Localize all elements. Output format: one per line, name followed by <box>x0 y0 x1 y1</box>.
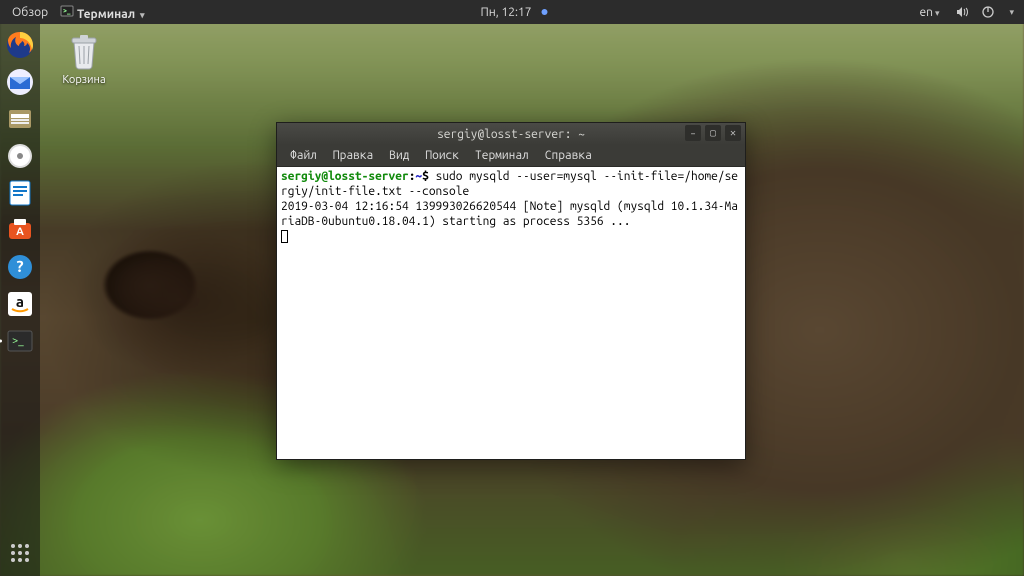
terminal-icon: >_ <box>60 4 74 18</box>
menu-edit[interactable]: Правка <box>326 147 380 164</box>
chevron-down-icon: ▾ <box>935 8 940 18</box>
keyboard-layout[interactable]: en▾ <box>915 6 943 19</box>
window-title: sergiy@losst-server: ~ <box>437 128 585 141</box>
menu-help[interactable]: Справка <box>538 147 599 164</box>
window-titlebar[interactable]: sergiy@losst-server: ~ – ▢ ✕ <box>277 123 745 145</box>
prompt-user-host: sergiy@losst-server <box>281 170 409 183</box>
window-maximize-button[interactable]: ▢ <box>705 125 721 141</box>
show-applications[interactable] <box>3 536 37 570</box>
svg-text:>_: >_ <box>12 335 24 347</box>
menu-file[interactable]: Файл <box>283 147 324 164</box>
svg-text:?: ? <box>16 258 23 276</box>
dock-software[interactable]: A <box>3 213 37 247</box>
dock-disks[interactable] <box>3 139 37 173</box>
dock: A ? a >_ <box>0 24 40 576</box>
window-close-button[interactable]: ✕ <box>725 125 741 141</box>
clock[interactable]: Пн, 12:17 <box>476 6 535 19</box>
terminal-body[interactable]: sergiy@losst-server:~$ sudo mysqld --use… <box>277 167 745 459</box>
svg-text:>_: >_ <box>63 7 71 15</box>
top-bar: Обзор >_ Терминал ▾ Пн, 12:17 en▾ ▾ <box>0 0 1024 24</box>
terminal-cursor <box>281 230 288 243</box>
dock-amazon[interactable]: a <box>3 287 37 321</box>
dock-libreoffice-writer[interactable] <box>3 176 37 210</box>
window-minimize-button[interactable]: – <box>685 125 701 141</box>
svg-text:a: a <box>16 293 24 310</box>
app-menu[interactable]: >_ Терминал ▾ <box>56 4 148 21</box>
dock-help[interactable]: ? <box>3 250 37 284</box>
dock-firefox[interactable] <box>3 28 37 62</box>
chevron-down-icon: ▾ <box>1009 7 1014 18</box>
activities-button[interactable]: Обзор <box>8 6 52 19</box>
menu-view[interactable]: Вид <box>382 147 416 164</box>
dock-terminal[interactable]: >_ <box>3 324 37 358</box>
terminal-menubar: Файл Правка Вид Поиск Терминал Справка <box>277 145 745 167</box>
app-menu-label: Терминал <box>77 8 135 21</box>
desktop-trash[interactable]: Корзина <box>52 30 116 86</box>
terminal-window[interactable]: sergiy@losst-server: ~ – ▢ ✕ Файл Правка… <box>276 122 746 460</box>
notification-dot-icon <box>542 9 548 15</box>
chevron-down-icon: ▾ <box>140 10 145 20</box>
menu-terminal[interactable]: Терминал <box>468 147 536 164</box>
power-icon[interactable] <box>981 5 995 19</box>
menu-search[interactable]: Поиск <box>418 147 466 164</box>
dock-thunderbird[interactable] <box>3 65 37 99</box>
terminal-output: 2019-03-04 12:16:54 139993026620544 [Not… <box>281 200 738 228</box>
svg-text:A: A <box>16 226 24 238</box>
desktop-trash-label: Корзина <box>52 74 116 86</box>
volume-icon[interactable] <box>955 5 969 19</box>
dock-files[interactable] <box>3 102 37 136</box>
trash-icon <box>63 30 105 72</box>
